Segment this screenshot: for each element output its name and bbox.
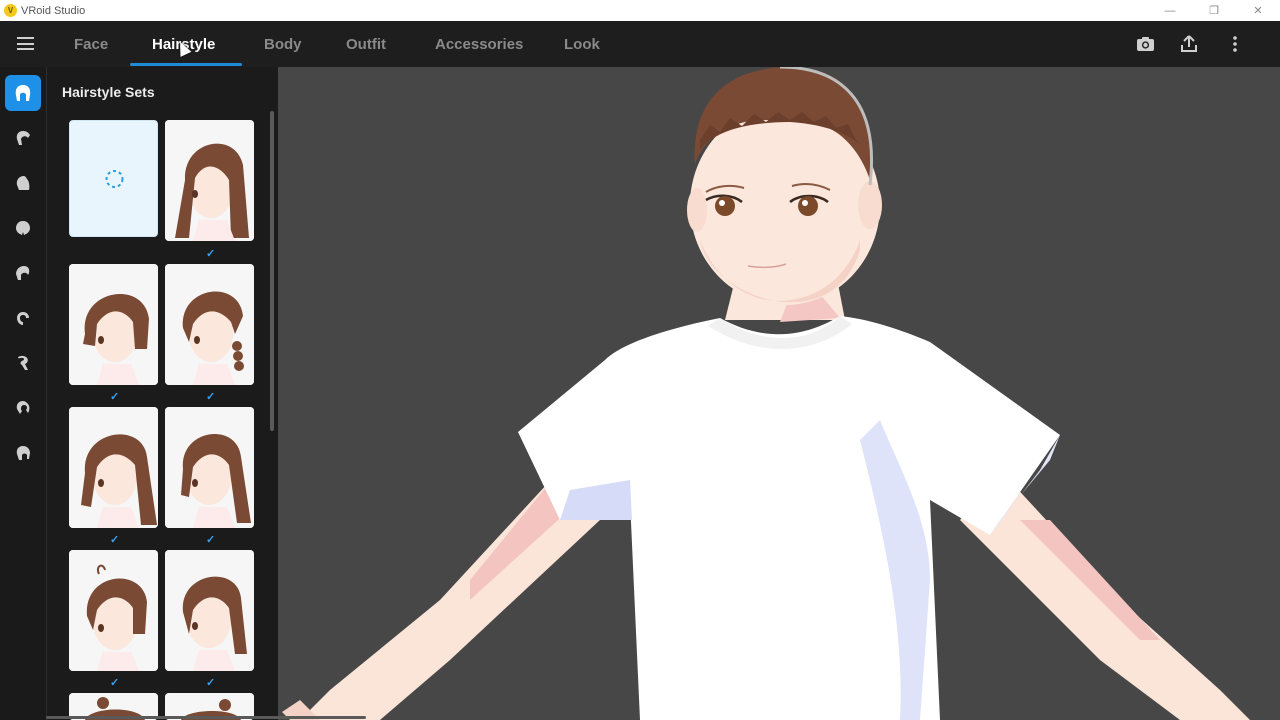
share-icon[interactable] (1178, 33, 1200, 55)
preset-bob[interactable] (69, 264, 158, 385)
check-icon: ✓ (206, 677, 216, 689)
category-rail (0, 67, 46, 720)
back-hair-icon[interactable] (5, 210, 41, 246)
check-icon: ✓ (110, 677, 120, 689)
check-icon: ✓ (110, 391, 120, 403)
check-icon: ✓ (110, 534, 120, 546)
preset-braid[interactable] (165, 264, 254, 385)
preset-ponytail-front[interactable] (69, 407, 158, 528)
tab-body[interactable]: Body (264, 21, 302, 67)
braid-icon[interactable] (5, 345, 41, 381)
tab-outfit[interactable]: Outfit (346, 21, 386, 67)
panel-title: Hairstyle Sets (62, 84, 155, 100)
minimize-button[interactable]: — (1148, 0, 1192, 21)
hairstyle-sets-icon[interactable] (5, 75, 41, 111)
ponytail-icon[interactable] (5, 390, 41, 426)
window-title: VRoid Studio (21, 4, 86, 17)
check-icon: ✓ (206, 248, 216, 260)
menu-icon[interactable] (17, 37, 34, 50)
tab-accessories[interactable]: Accessories (435, 21, 523, 67)
front-hair-icon[interactable] (5, 165, 41, 201)
panel-scrollbar-thumb[interactable] (270, 111, 274, 431)
preset-short-ahoge[interactable] (69, 550, 158, 671)
ahoge-icon[interactable] (5, 300, 41, 336)
tab-look[interactable]: Look (564, 21, 600, 67)
side-hair-icon[interactable] (5, 255, 41, 291)
hairstyle-sets-panel: Hairstyle Sets ✓ ✓ ✓ ✓ ✓ ✓ ✓ (46, 67, 278, 720)
check-icon: ✓ (206, 391, 216, 403)
more-vertical-icon[interactable] (1224, 33, 1246, 55)
camera-icon[interactable] (1134, 33, 1156, 55)
preset-side-tail[interactable] (165, 550, 254, 671)
avatar-model (282, 67, 1250, 720)
active-tab-indicator (130, 63, 242, 66)
tab-face[interactable]: Face (74, 21, 108, 67)
restore-button[interactable]: ❐ (1192, 0, 1236, 21)
close-button[interactable]: ✕ (1236, 0, 1280, 21)
panel-scrollbar[interactable] (270, 111, 274, 711)
model-viewport[interactable] (278, 67, 1280, 720)
check-icon: ✓ (206, 534, 216, 546)
window-titlebar: V VRoid Studio — ❐ ✕ (0, 0, 1280, 21)
horizontal-scrollbar[interactable] (46, 716, 366, 719)
extra-hair-icon[interactable] (5, 435, 41, 471)
preset-ponytail-side[interactable] (165, 407, 254, 528)
base-hair-icon[interactable] (5, 120, 41, 156)
vroid-logo-icon: V (4, 4, 17, 17)
preset-empty[interactable] (69, 120, 158, 237)
top-tab-bar: Face Hairstyle Body Outfit Accessories L… (0, 21, 1280, 67)
preset-long[interactable] (165, 120, 254, 241)
